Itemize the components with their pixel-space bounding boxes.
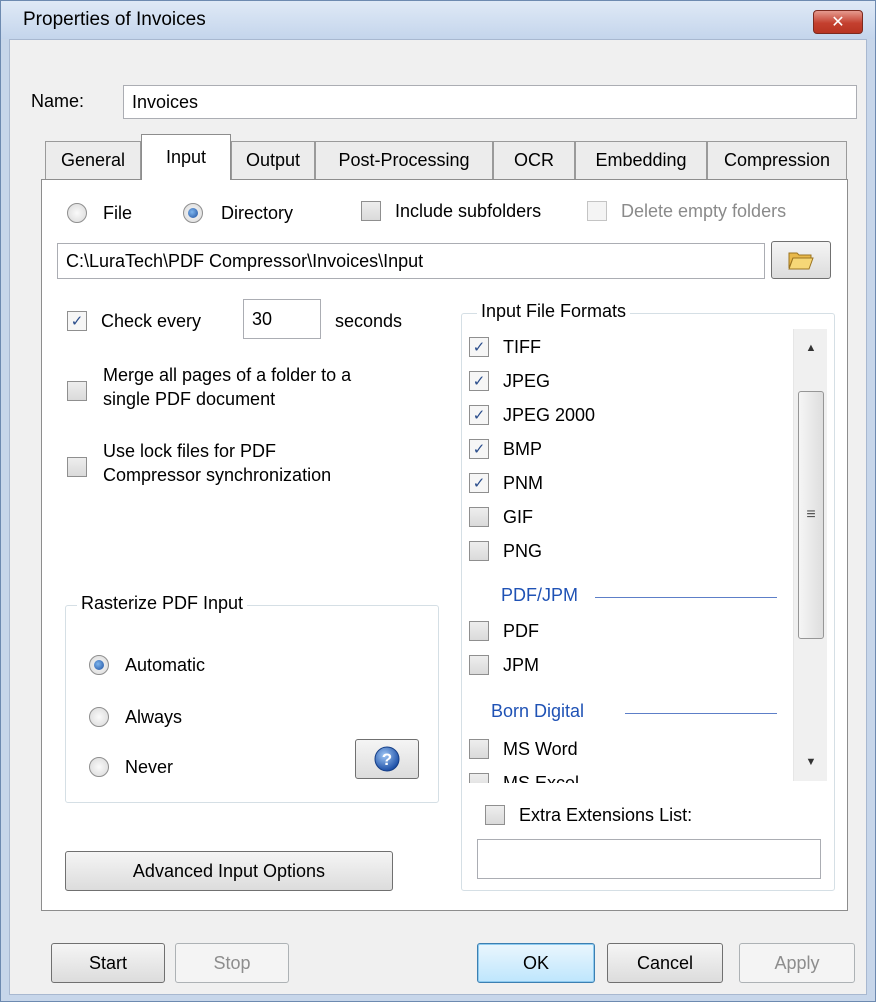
format-jpeg-checkbox[interactable]: ✓ <box>469 371 489 391</box>
apply-button[interactable]: Apply <box>739 943 855 983</box>
pdf-jpm-section-header: PDF/JPM <box>501 585 579 605</box>
check-every-label: Check every <box>101 311 202 331</box>
format-ms-excel-checkbox[interactable] <box>469 773 489 783</box>
include-subfolders-checkbox[interactable] <box>361 201 381 221</box>
formats-scrollbar[interactable]: ▲ ≡ ▼ <box>793 329 827 781</box>
browse-folder-button[interactable] <box>771 241 831 279</box>
rasterize-never-label: Never <box>125 757 174 777</box>
advanced-input-options-button[interactable]: Advanced Input Options <box>65 851 393 891</box>
input-path-field[interactable] <box>57 243 765 279</box>
input-file-formats-title: Input File Formats <box>477 301 631 322</box>
format-bmp-label: BMP <box>503 439 543 459</box>
format-ms-excel-label: MS Excel <box>503 773 580 783</box>
format-ms-word-checkbox[interactable] <box>469 739 489 759</box>
pdf-jpm-section-divider <box>595 597 777 598</box>
cancel-button[interactable]: Cancel <box>607 943 723 983</box>
format-jpm-label: JPM <box>503 655 539 675</box>
lock-files-label-line2: Compressor synchronization <box>103 465 332 485</box>
rasterize-always-label: Always <box>125 707 183 727</box>
extra-extensions-input[interactable] <box>477 839 821 879</box>
check-every-checkbox[interactable]: ✓ <box>67 311 87 331</box>
format-jpeg2000-checkbox[interactable]: ✓ <box>469 405 489 425</box>
stop-button[interactable]: Stop <box>175 943 289 983</box>
start-button[interactable]: Start <box>51 943 165 983</box>
grip-icon: ≡ <box>806 506 816 523</box>
format-tiff-checkbox[interactable]: ✓ <box>469 337 489 357</box>
extra-extensions-label: Extra Extensions List: <box>519 805 693 825</box>
born-digital-section-divider <box>625 713 777 714</box>
format-png-label: PNG <box>503 541 543 561</box>
folder-open-icon <box>788 252 814 270</box>
directory-radio-label: Directory <box>221 203 294 223</box>
lock-files-checkbox[interactable] <box>67 457 87 477</box>
format-pnm-checkbox[interactable]: ✓ <box>469 473 489 493</box>
format-gif-checkbox[interactable] <box>469 507 489 527</box>
format-ms-word-label: MS Word <box>503 739 578 759</box>
format-jpeg-label: JPEG <box>503 371 551 391</box>
rasterize-pdf-title: Rasterize PDF Input <box>77 593 248 614</box>
extra-extensions-checkbox[interactable] <box>485 805 505 825</box>
format-bmp-checkbox[interactable]: ✓ <box>469 439 489 459</box>
rasterize-always-radio[interactable] <box>89 707 109 727</box>
format-pnm-label: PNM <box>503 473 543 493</box>
directory-radio[interactable] <box>183 203 203 223</box>
ok-button[interactable]: OK <box>477 943 595 983</box>
merge-pages-checkbox[interactable] <box>67 381 87 401</box>
seconds-label: seconds <box>335 311 403 331</box>
scroll-up-arrow-icon[interactable]: ▲ <box>794 331 828 365</box>
delete-empty-folders-label: Delete empty folders <box>621 201 787 221</box>
input-formats-list[interactable]: ✓ TIFF ✓ JPEG ✓ JPEG 2000 ✓ BMP ✓ PNM GI… <box>461 329 829 783</box>
file-radio[interactable] <box>67 203 87 223</box>
rasterize-never-radio[interactable] <box>89 757 109 777</box>
question-mark-icon: ? <box>374 746 400 772</box>
lock-files-label-line1: Use lock files for PDF <box>103 441 277 461</box>
rasterize-automatic-radio[interactable] <box>89 655 109 675</box>
format-jpeg2000-label: JPEG 2000 <box>503 405 596 425</box>
include-subfolders-label: Include subfolders <box>395 201 542 221</box>
help-button[interactable]: ? <box>355 739 419 779</box>
file-radio-label: File <box>103 203 133 223</box>
format-gif-label: GIF <box>503 507 533 527</box>
scroll-down-arrow-icon[interactable]: ▼ <box>794 745 828 779</box>
format-pdf-label: PDF <box>503 621 539 641</box>
svg-text:?: ? <box>382 750 392 769</box>
format-tiff-label: TIFF <box>503 337 541 357</box>
born-digital-section-header: Born Digital <box>491 701 585 721</box>
format-png-checkbox[interactable] <box>469 541 489 561</box>
properties-dialog: Properties of Invoices ✕ Name: General I… <box>0 0 876 1002</box>
check-interval-input[interactable] <box>243 299 321 339</box>
delete-empty-folders-checkbox[interactable] <box>587 201 607 221</box>
scroll-thumb[interactable]: ≡ <box>798 391 824 639</box>
rasterize-automatic-label: Automatic <box>125 655 206 675</box>
format-jpm-checkbox[interactable] <box>469 655 489 675</box>
format-pdf-checkbox[interactable] <box>469 621 489 641</box>
merge-pages-label-line1: Merge all pages of a folder to a <box>103 365 352 385</box>
merge-pages-label-line2: single PDF document <box>103 389 276 409</box>
